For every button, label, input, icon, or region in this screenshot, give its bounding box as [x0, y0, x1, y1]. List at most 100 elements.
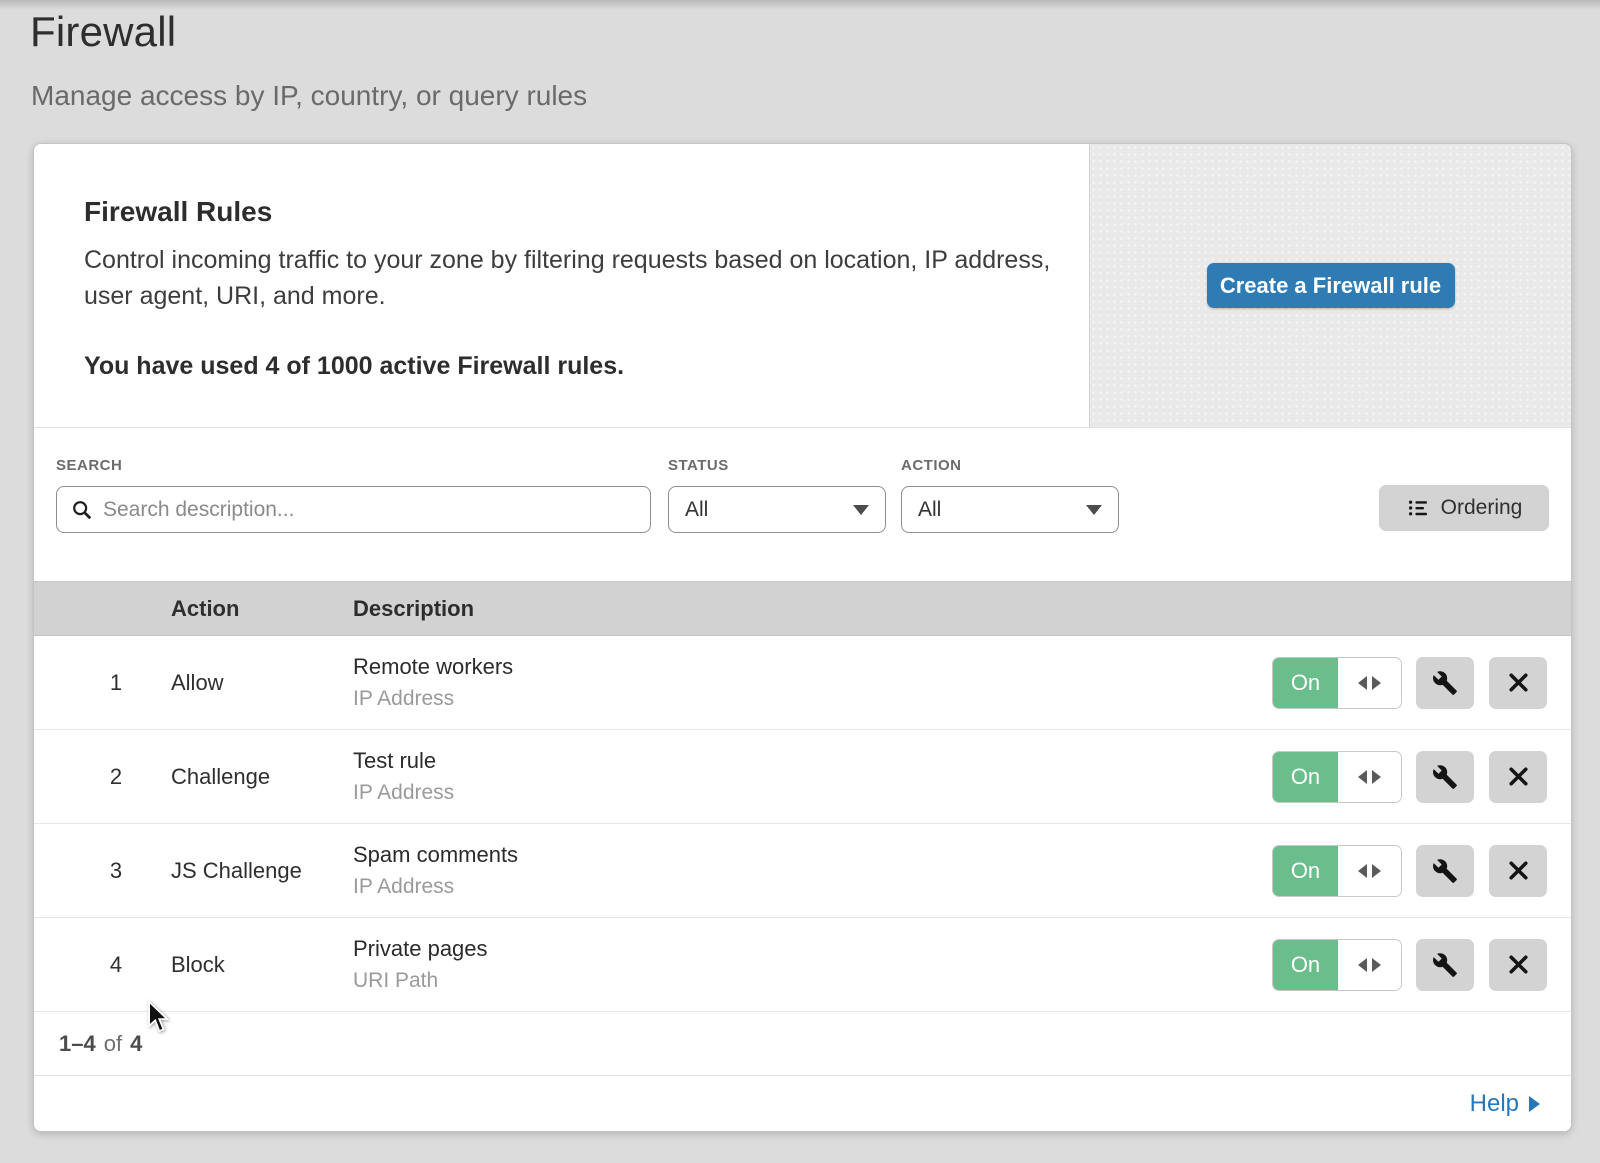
rule-priority: 2	[34, 764, 171, 790]
delete-rule-button[interactable]	[1489, 939, 1547, 991]
rule-description: Remote workers	[353, 654, 1272, 680]
help-arrow-icon	[1529, 1096, 1540, 1112]
triangle-right-icon	[1372, 864, 1381, 878]
ordering-button[interactable]: Ordering	[1379, 485, 1549, 531]
delete-rule-button[interactable]	[1489, 751, 1547, 803]
edit-rule-button[interactable]	[1416, 657, 1474, 709]
firewall-rules-header-section: Firewall Rules Control incoming traffic …	[34, 144, 1571, 428]
firewall-rules-intro: Firewall Rules Control incoming traffic …	[34, 144, 1089, 427]
search-group: SEARCH	[56, 457, 651, 533]
filter-bar: SEARCH STATUS All ACTION All	[34, 428, 1571, 581]
rule-match-type: IP Address	[353, 875, 1272, 899]
triangle-right-icon	[1372, 958, 1381, 972]
toggle-arrows-icon	[1338, 752, 1401, 802]
triangle-left-icon	[1358, 770, 1367, 784]
rule-controls: On	[1272, 845, 1547, 897]
column-header-action: Action	[171, 596, 353, 622]
rule-action: Block	[171, 952, 353, 978]
rule-action: Challenge	[171, 764, 353, 790]
close-icon	[1506, 670, 1531, 695]
card-footer: Help	[34, 1076, 1571, 1131]
triangle-right-icon	[1372, 770, 1381, 784]
delete-rule-button[interactable]	[1489, 657, 1547, 709]
rule-enabled-toggle[interactable]: On	[1272, 657, 1402, 709]
triangle-left-icon	[1358, 958, 1367, 972]
triangle-left-icon	[1358, 676, 1367, 690]
edit-rule-button[interactable]	[1416, 751, 1474, 803]
rule-enabled-toggle[interactable]: On	[1272, 939, 1402, 991]
action-filter-group: ACTION All	[901, 457, 1119, 533]
firewall-rules-heading: Firewall Rules	[84, 196, 1059, 228]
action-select[interactable]: All	[901, 486, 1119, 533]
triangle-right-icon	[1372, 676, 1381, 690]
pagination: 1–4 of 4	[34, 1012, 1571, 1076]
ordering-list-icon	[1406, 496, 1430, 520]
rule-controls: On	[1272, 939, 1547, 991]
help-link-label: Help	[1470, 1090, 1519, 1118]
search-label: SEARCH	[56, 457, 651, 474]
rules-table-body: 1 Allow Remote workers IP Address On	[34, 636, 1571, 1012]
rule-priority: 3	[34, 858, 171, 884]
firewall-page: { "page": { "title": "Firewall", "subtit…	[0, 0, 1600, 1163]
help-link[interactable]: Help	[1470, 1090, 1540, 1118]
rule-match-type: IP Address	[353, 687, 1272, 711]
action-selected-value: All	[918, 498, 941, 522]
rule-enabled-toggle[interactable]: On	[1272, 751, 1402, 803]
create-rule-panel: Create a Firewall rule	[1089, 144, 1571, 427]
rule-description-cell: Spam comments IP Address	[353, 842, 1272, 899]
rule-description-cell: Test rule IP Address	[353, 748, 1272, 805]
close-icon	[1506, 764, 1531, 789]
caret-down-icon	[1086, 505, 1102, 515]
close-icon	[1506, 858, 1531, 883]
rule-description: Test rule	[353, 748, 1272, 774]
rules-usage-text: You have used 4 of 1000 active Firewall …	[84, 352, 1059, 381]
rule-action: JS Challenge	[171, 858, 353, 884]
description-line-2: user agent, URI, and more.	[84, 282, 386, 310]
edit-rule-button[interactable]	[1416, 939, 1474, 991]
page-title: Firewall	[30, 8, 176, 56]
pagination-total: 4	[130, 1031, 142, 1057]
rule-description: Private pages	[353, 936, 1272, 962]
wrench-icon	[1432, 952, 1458, 978]
wrench-icon	[1432, 764, 1458, 790]
toggle-arrows-icon	[1338, 658, 1401, 708]
status-selected-value: All	[685, 498, 708, 522]
status-label: STATUS	[668, 457, 886, 474]
search-box[interactable]	[56, 486, 651, 533]
status-select[interactable]: All	[668, 486, 886, 533]
ordering-button-label: Ordering	[1441, 496, 1523, 520]
wrench-icon	[1432, 670, 1458, 696]
pagination-of: of	[104, 1031, 122, 1057]
status-filter-group: STATUS All	[668, 457, 886, 533]
rule-action: Allow	[171, 670, 353, 696]
rule-priority: 1	[34, 670, 171, 696]
wrench-icon	[1432, 858, 1458, 884]
action-label: ACTION	[901, 457, 1119, 474]
rule-enabled-toggle[interactable]: On	[1272, 845, 1402, 897]
triangle-left-icon	[1358, 864, 1367, 878]
page-subtitle: Manage access by IP, country, or query r…	[31, 80, 587, 112]
rule-controls: On	[1272, 657, 1547, 709]
table-row: 1 Allow Remote workers IP Address On	[34, 636, 1571, 730]
table-header-row: Action Description	[34, 581, 1571, 636]
rule-description-cell: Remote workers IP Address	[353, 654, 1272, 711]
firewall-rules-description: Control incoming traffic to your zone by…	[84, 242, 1059, 314]
toggle-arrows-icon	[1338, 846, 1401, 896]
table-row: 2 Challenge Test rule IP Address On	[34, 730, 1571, 824]
pagination-range: 1–4	[59, 1031, 96, 1057]
toggle-on-label: On	[1273, 752, 1338, 802]
delete-rule-button[interactable]	[1489, 845, 1547, 897]
rule-description-cell: Private pages URI Path	[353, 936, 1272, 993]
toggle-on-label: On	[1273, 940, 1338, 990]
column-header-description: Description	[353, 596, 1275, 622]
rule-priority: 4	[34, 952, 171, 978]
create-firewall-rule-button[interactable]: Create a Firewall rule	[1207, 263, 1455, 308]
caret-down-icon	[853, 505, 869, 515]
edit-rule-button[interactable]	[1416, 845, 1474, 897]
close-icon	[1506, 952, 1531, 977]
search-input[interactable]	[103, 498, 636, 522]
rule-match-type: IP Address	[353, 781, 1272, 805]
rule-description: Spam comments	[353, 842, 1272, 868]
firewall-rules-card: Firewall Rules Control incoming traffic …	[33, 143, 1572, 1132]
table-row: 4 Block Private pages URI Path On	[34, 918, 1571, 1012]
